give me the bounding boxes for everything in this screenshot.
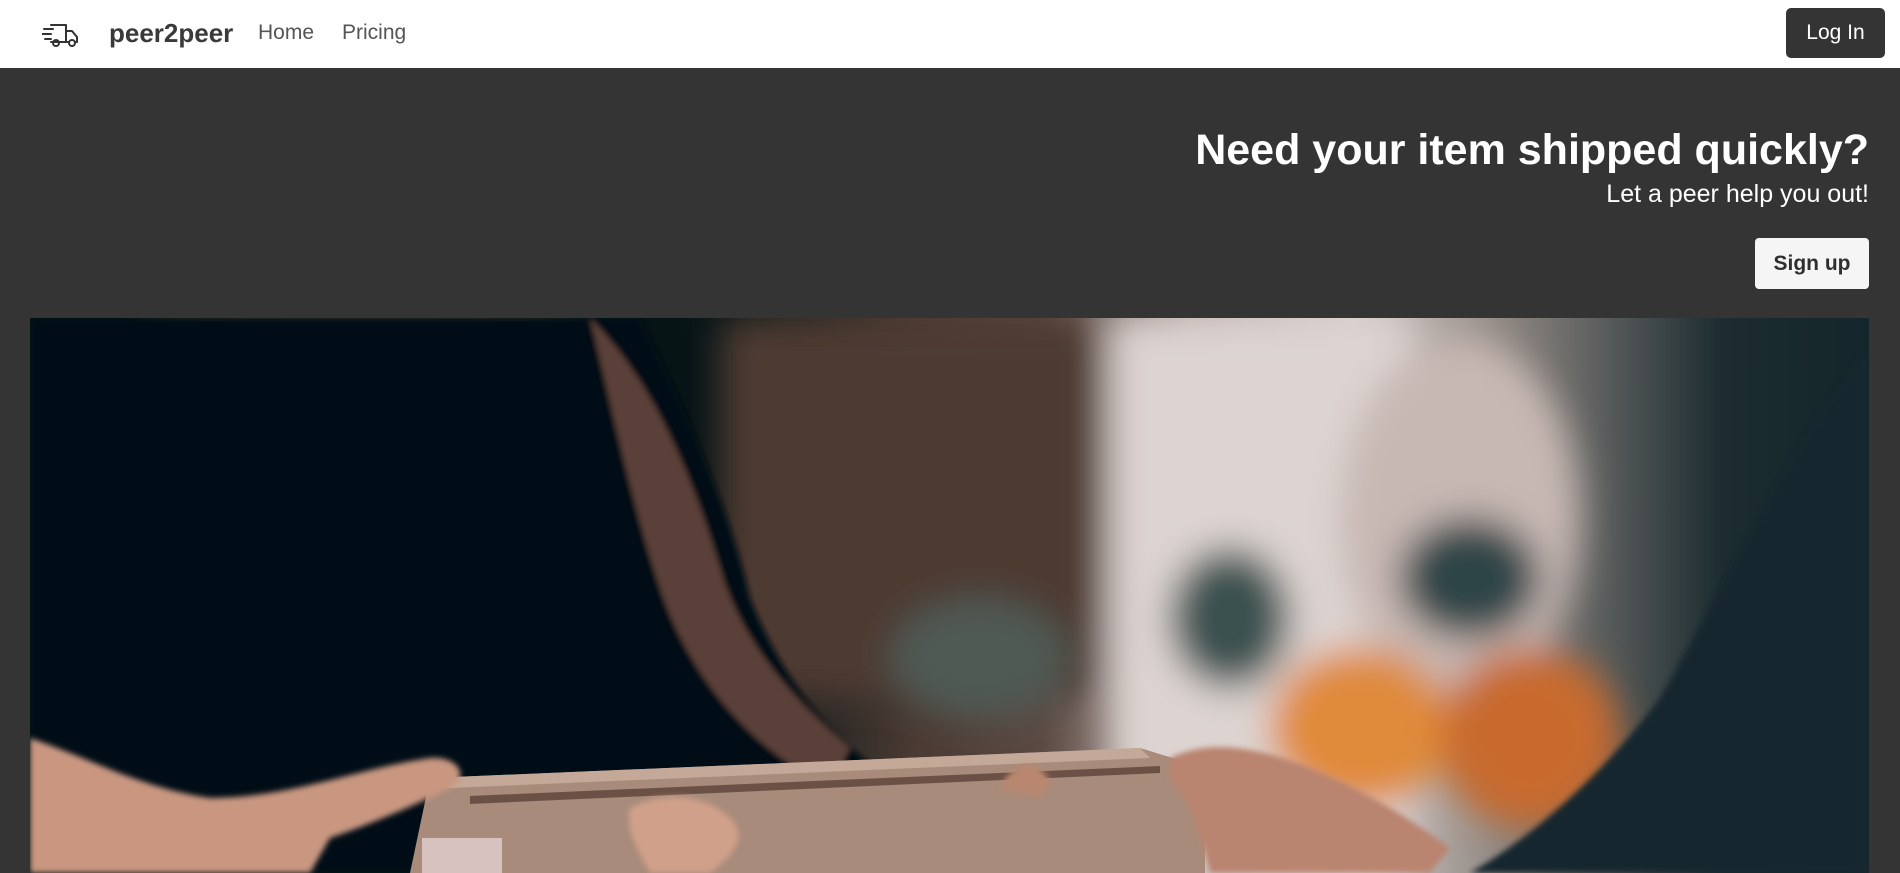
nav-link-pricing[interactable]: Pricing bbox=[342, 21, 406, 45]
hero-subtitle: Let a peer help you out! bbox=[1606, 180, 1869, 208]
navbar: peer2peer Home Pricing Log In bbox=[0, 0, 1900, 68]
signup-button[interactable]: Sign up bbox=[1755, 238, 1869, 289]
hero-title: Need your item shipped quickly? bbox=[1195, 126, 1869, 174]
truck-icon[interactable] bbox=[41, 20, 80, 50]
hero-section: Need your item shipped quickly? Let a pe… bbox=[0, 68, 1900, 873]
nav-link-home[interactable]: Home bbox=[258, 21, 314, 45]
brand-name[interactable]: peer2peer bbox=[109, 18, 233, 49]
hero-image bbox=[30, 318, 1869, 873]
login-button[interactable]: Log In bbox=[1786, 8, 1885, 58]
